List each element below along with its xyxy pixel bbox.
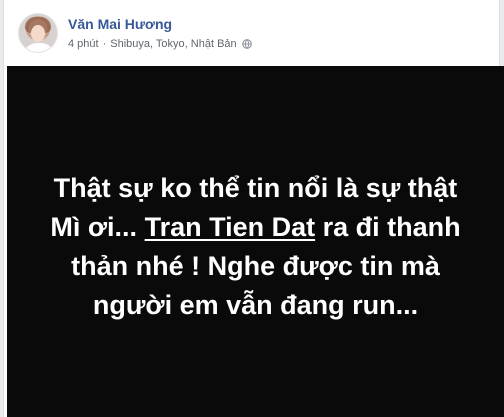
avatar[interactable]	[18, 13, 58, 53]
post-card: Văn Mai Hương 4 phút · Shibuya, Tokyo, N…	[3, 0, 504, 417]
caption-line-2-suffix: ra đi thanh	[315, 212, 461, 242]
globe-icon[interactable]	[241, 39, 252, 49]
photo-caption: Thật sự ko thể tin nổi là sự thật Mì ơi.…	[7, 169, 504, 325]
caption-line-2-prefix: Mì ơi...	[50, 212, 145, 242]
tagged-name: Tran Tien Dat	[144, 212, 316, 242]
caption-line-1: Thật sự ko thể tin nổi là sự thật	[53, 173, 458, 203]
meta-separator: ·	[102, 38, 107, 50]
post-photo[interactable]: Thật sự ko thể tin nổi là sự thật Mì ơi.…	[7, 66, 504, 417]
post-location[interactable]: Shibuya, Tokyo, Nhật Bản	[110, 38, 236, 50]
author-name[interactable]: Văn Mai Hương	[68, 16, 172, 32]
caption-line-3: thản nhé ! Nghe được tin mà	[71, 251, 440, 281]
caption-line-4: người em vẫn đang run...	[92, 290, 419, 320]
caption-line-2: Mì ơi... Tran Tien Dat ra đi thanh	[7, 208, 504, 247]
post-meta: 4 phút · Shibuya, Tokyo, Nhật Bản	[68, 38, 252, 50]
post-header: Văn Mai Hương 4 phút · Shibuya, Tokyo, N…	[4, 0, 499, 66]
post-timestamp[interactable]: 4 phút	[68, 38, 99, 50]
